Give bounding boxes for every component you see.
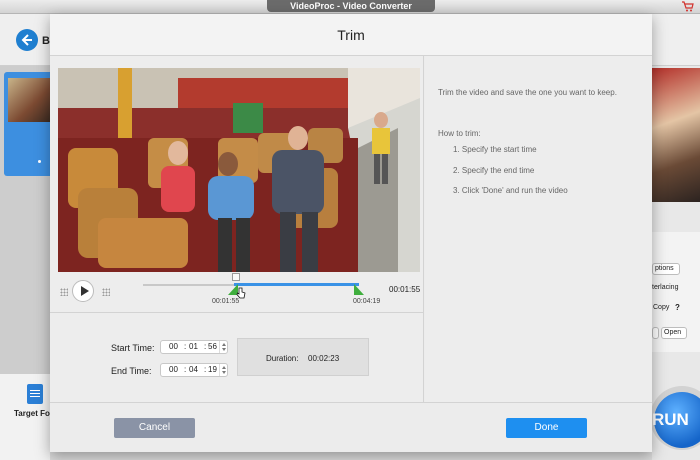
cancel-button[interactable]: Cancel <box>114 418 195 438</box>
start-time-stepper[interactable] <box>219 341 227 353</box>
run-label: RUN <box>652 410 689 429</box>
target-format-label: Target Fo <box>14 409 50 418</box>
back-arrow-icon <box>21 34 32 46</box>
run-button[interactable]: RUN <box>652 392 700 448</box>
start-time-field-label: Start Time: <box>111 343 155 353</box>
video-thumbnail <box>8 78 50 122</box>
window-titlebar: VideoProc - Video Converter <box>0 0 700 14</box>
window-title: VideoProc - Video Converter <box>267 0 435 12</box>
help-icon[interactable]: ? <box>675 303 680 312</box>
start-hours[interactable]: 00 <box>169 341 178 353</box>
cart-icon[interactable] <box>682 1 694 12</box>
duration-box: Duration: 00:02:23 <box>237 338 369 376</box>
thumbnail-indicator-dot <box>38 160 41 163</box>
duration-label: Duration: <box>266 354 299 363</box>
end-minutes[interactable]: 04 <box>189 364 198 376</box>
playhead-marker[interactable] <box>232 273 240 281</box>
duration-value: 00:02:23 <box>308 354 340 363</box>
end-time-stepper[interactable] <box>219 364 227 376</box>
back-button[interactable] <box>16 29 38 51</box>
how-to-step-1: 1. Specify the start time <box>453 145 537 154</box>
how-to-step-2: 2. Specify the end time <box>453 166 535 175</box>
end-hours[interactable]: 00 <box>169 364 178 376</box>
start-minutes[interactable]: 01 <box>189 341 198 353</box>
dialog-header: Trim <box>50 14 652 56</box>
start-time-input[interactable]: 00 : 01 : 56 <box>160 340 228 354</box>
start-seconds[interactable]: 56 <box>208 341 217 353</box>
deinterlacing-label: terlacing <box>652 284 679 291</box>
video-frame <box>58 68 420 272</box>
start-time-label: 00:01:55 <box>212 298 240 305</box>
video-preview[interactable] <box>58 68 420 272</box>
dialog-title: Trim <box>337 27 365 43</box>
play-button[interactable] <box>72 280 94 302</box>
timeline-selection <box>233 283 359 286</box>
open-button[interactable]: Open <box>661 327 687 339</box>
trim-dialog: Trim 00:01:55 00:04:19 00:01:55 Start Ti… <box>50 14 652 452</box>
how-to-step-3: 3. Click 'Done' and run the video <box>453 186 568 195</box>
end-time-field-label: End Time: <box>111 366 152 376</box>
end-time-input[interactable]: 00 : 04 : 19 <box>160 363 228 377</box>
copy-label: Copy <box>653 304 670 311</box>
left-grip-icon <box>60 288 68 296</box>
target-format-icon[interactable] <box>27 384 43 404</box>
right-grip-icon <box>102 288 110 296</box>
end-time-label: 00:04:19 <box>353 298 381 305</box>
preview-thumbnail <box>652 68 700 202</box>
current-time-readout: 00:01:55 <box>389 285 421 294</box>
trim-help-pane <box>425 56 652 402</box>
options-button[interactable]: ptions <box>652 263 680 275</box>
back-label: B <box>42 35 50 47</box>
done-button[interactable]: Done <box>506 418 587 438</box>
trim-intro-text: Trim the video and save the one you want… <box>438 88 617 97</box>
how-to-title: How to trim: <box>438 129 481 138</box>
end-seconds[interactable]: 19 <box>208 364 217 376</box>
browse-button[interactable] <box>652 327 659 339</box>
